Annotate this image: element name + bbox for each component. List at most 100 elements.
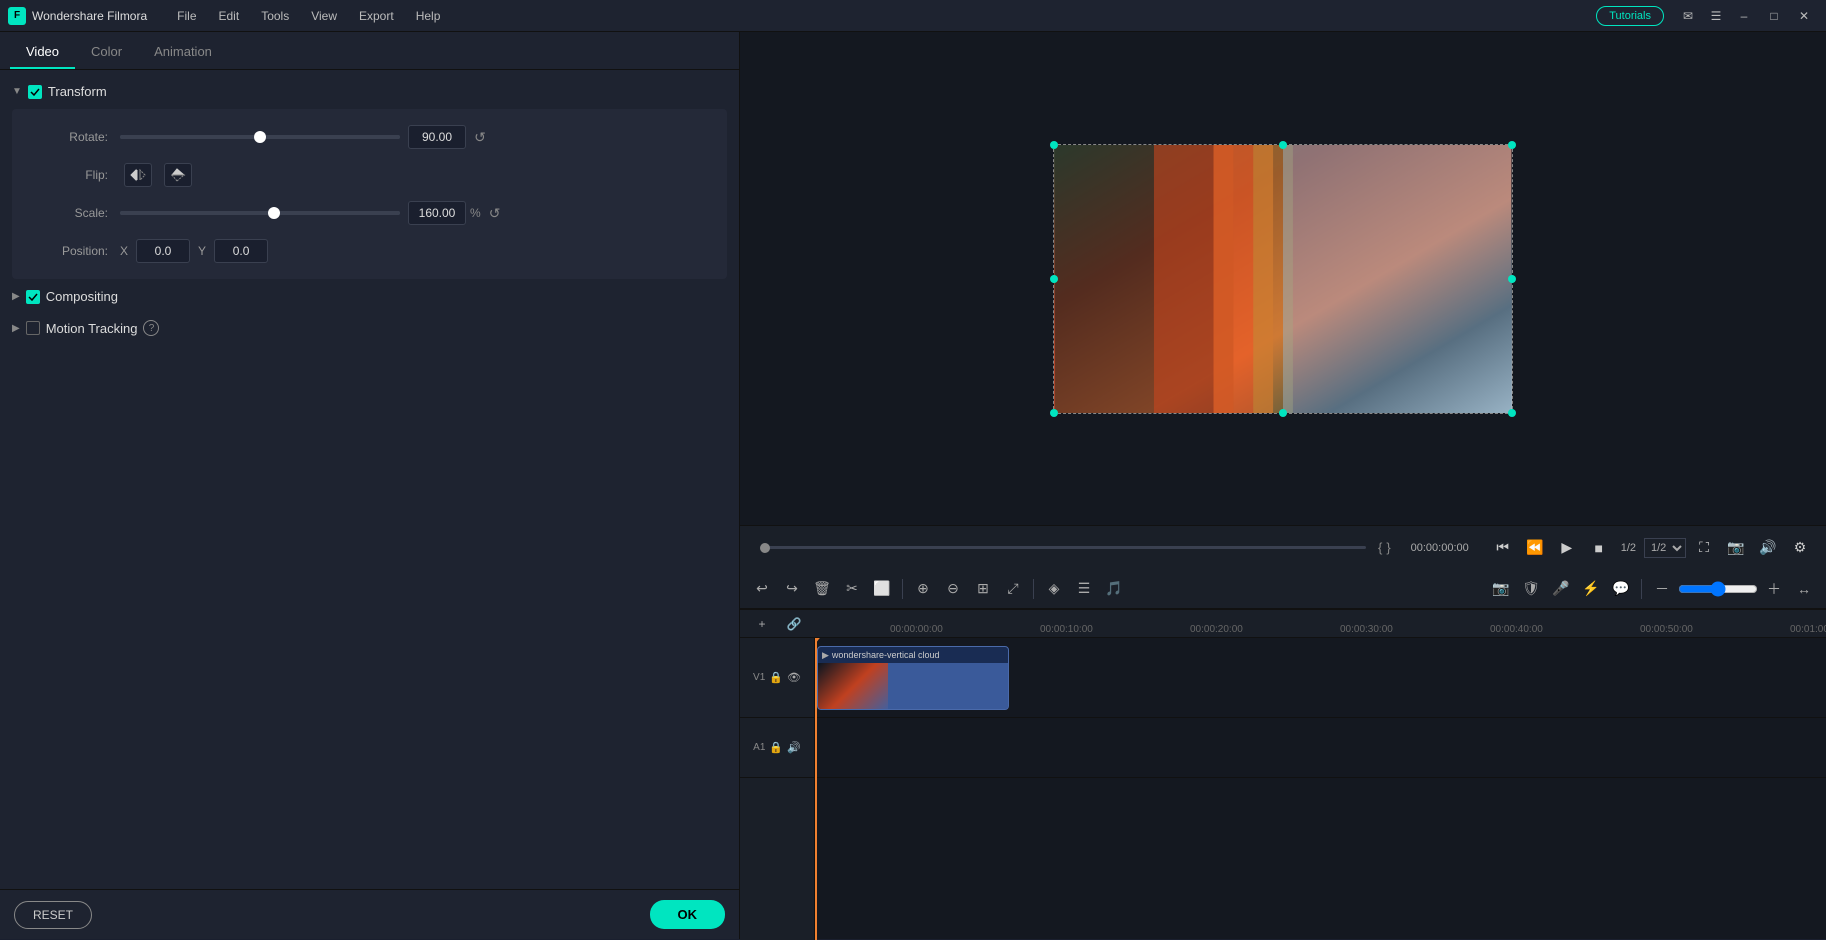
- zoom-slider[interactable]: [1678, 581, 1758, 597]
- scale-thumb[interactable]: [268, 207, 280, 219]
- mic-button[interactable]: 🎤: [1547, 575, 1575, 603]
- handle-top-middle[interactable]: [1279, 141, 1287, 149]
- compositing-section: ▶ Compositing: [0, 283, 739, 310]
- motion-tracking-help-icon[interactable]: ?: [143, 320, 159, 336]
- audio-button[interactable]: 🔊: [1754, 534, 1782, 562]
- maximize-button[interactable]: □: [1760, 5, 1788, 27]
- handle-middle-right[interactable]: [1508, 275, 1516, 283]
- stop-button[interactable]: ■: [1585, 534, 1613, 562]
- menu-help[interactable]: Help: [406, 5, 451, 27]
- rotate-reset-button[interactable]: ↺: [470, 127, 490, 147]
- expand-button[interactable]: ⤢: [999, 575, 1027, 603]
- playback-progress[interactable]: [760, 546, 1366, 549]
- scale-label: Scale:: [28, 206, 108, 220]
- menu-file[interactable]: File: [167, 5, 206, 27]
- menu-tools[interactable]: Tools: [251, 5, 299, 27]
- tutorials-button[interactable]: Tutorials: [1596, 6, 1664, 26]
- menu-export[interactable]: Export: [349, 5, 404, 27]
- track-label-v1: V1 🔒 👁: [740, 638, 814, 718]
- subtitle-button[interactable]: 💬: [1607, 575, 1635, 603]
- audio-mute-icon[interactable]: 🔊: [787, 741, 801, 754]
- rewind-button[interactable]: ⏮: [1489, 534, 1517, 562]
- close-button[interactable]: ✕: [1790, 5, 1818, 27]
- handle-middle-left[interactable]: [1050, 275, 1058, 283]
- preview-video: [1054, 145, 1512, 413]
- progress-thumb[interactable]: [760, 543, 770, 553]
- audio-track-button[interactable]: 🎵: [1100, 575, 1128, 603]
- play-button[interactable]: ▶: [1553, 534, 1581, 562]
- link-button[interactable]: 🔗: [780, 610, 808, 638]
- delete-button[interactable]: 🗑: [808, 575, 836, 603]
- step-back-button[interactable]: ⏪: [1521, 534, 1549, 562]
- motion-tracking-checkbox[interactable]: [26, 321, 40, 335]
- pos-x-input[interactable]: [136, 239, 190, 263]
- message-icon[interactable]: ✉: [1674, 5, 1702, 27]
- zoom-in-button[interactable]: ⊕: [909, 575, 937, 603]
- zoom-fit-button[interactable]: ↔: [1790, 575, 1818, 603]
- handle-bottom-middle[interactable]: [1279, 409, 1287, 417]
- rotate-slider[interactable]: [120, 135, 400, 139]
- menu-edit[interactable]: Edit: [209, 5, 250, 27]
- marker-button[interactable]: ◈: [1040, 575, 1068, 603]
- undo-button[interactable]: ↩: [748, 575, 776, 603]
- a1-num: A1: [753, 742, 765, 753]
- eye-icon[interactable]: 👁: [787, 671, 801, 684]
- settings-button[interactable]: ⚙: [1786, 534, 1814, 562]
- zoom-plus-button[interactable]: ＋: [1760, 575, 1788, 603]
- toolbar-separator-1: [902, 579, 903, 599]
- video-clip[interactable]: ▶ wondershare-vertical cloud: [817, 646, 1009, 710]
- handle-top-right[interactable]: [1508, 141, 1516, 149]
- minimize-button[interactable]: –: [1730, 5, 1758, 27]
- clip-thumb-image-1: [818, 663, 888, 710]
- transform-header[interactable]: ▼ Transform: [0, 78, 739, 105]
- transform-body: Rotate: 90.00 ↺ Flip:: [12, 109, 727, 279]
- redo-button[interactable]: ↪: [778, 575, 806, 603]
- scale-track: [120, 211, 400, 215]
- scale-input[interactable]: [408, 201, 466, 225]
- scale-slider[interactable]: [120, 211, 400, 215]
- tab-video[interactable]: Video: [10, 36, 75, 69]
- tab-animation[interactable]: Animation: [138, 36, 228, 69]
- transform-checkbox[interactable]: [28, 85, 42, 99]
- menu-icon[interactable]: ☰: [1702, 5, 1730, 27]
- toolbar-sep-3: [1641, 579, 1642, 599]
- scale-reset-button[interactable]: ↺: [485, 203, 505, 223]
- shield-button[interactable]: 🛡: [1517, 575, 1545, 603]
- toolbar-right: 📷 🛡 🎤 ⚡ 💬 － ＋ ↔: [1487, 575, 1818, 603]
- handle-bottom-right[interactable]: [1508, 409, 1516, 417]
- zoom-minus-button[interactable]: －: [1648, 575, 1676, 603]
- fit-button[interactable]: ⊞: [969, 575, 997, 603]
- tab-bar: Video Color Animation: [0, 32, 739, 70]
- pos-y-input[interactable]: [214, 239, 268, 263]
- lock-icon[interactable]: 🔒: [769, 671, 783, 684]
- menu-view[interactable]: View: [301, 5, 347, 27]
- zoom-out-button[interactable]: ⊖: [939, 575, 967, 603]
- flip-vertical-button[interactable]: [164, 163, 192, 187]
- handle-bottom-left[interactable]: [1050, 409, 1058, 417]
- audio-lock-icon[interactable]: 🔒: [769, 741, 783, 754]
- add-track-button[interactable]: +: [748, 610, 776, 638]
- page-selector[interactable]: 1/2: [1644, 538, 1686, 558]
- motion-tracking-header[interactable]: ▶ Motion Tracking ?: [0, 314, 739, 342]
- rotate-thumb[interactable]: [254, 131, 266, 143]
- effects-button[interactable]: ⚡: [1577, 575, 1605, 603]
- handle-top-left[interactable]: [1050, 141, 1058, 149]
- bottom-bar: RESET OK: [0, 889, 739, 939]
- fullscreen-button[interactable]: ⛶: [1690, 534, 1718, 562]
- screenshot-button[interactable]: 📷: [1722, 534, 1750, 562]
- playhead[interactable]: [815, 638, 817, 940]
- flip-horizontal-button[interactable]: [124, 163, 152, 187]
- reset-button[interactable]: RESET: [14, 901, 92, 929]
- ruler-mark-0: 00:00:00:00: [890, 624, 943, 635]
- ok-button[interactable]: OK: [650, 900, 726, 929]
- compositing-header[interactable]: ▶ Compositing: [0, 283, 739, 310]
- crop-button[interactable]: ⬜: [868, 575, 896, 603]
- cut-button[interactable]: ✂: [838, 575, 866, 603]
- compositing-checkbox[interactable]: [26, 290, 40, 304]
- rotate-input[interactable]: 90.00: [408, 125, 466, 149]
- align-button[interactable]: ☰: [1070, 575, 1098, 603]
- flip-buttons: [124, 163, 192, 187]
- camera-button[interactable]: 📷: [1487, 575, 1515, 603]
- menu-bar: File Edit Tools View Export Help: [167, 5, 1596, 27]
- tab-color[interactable]: Color: [75, 36, 138, 69]
